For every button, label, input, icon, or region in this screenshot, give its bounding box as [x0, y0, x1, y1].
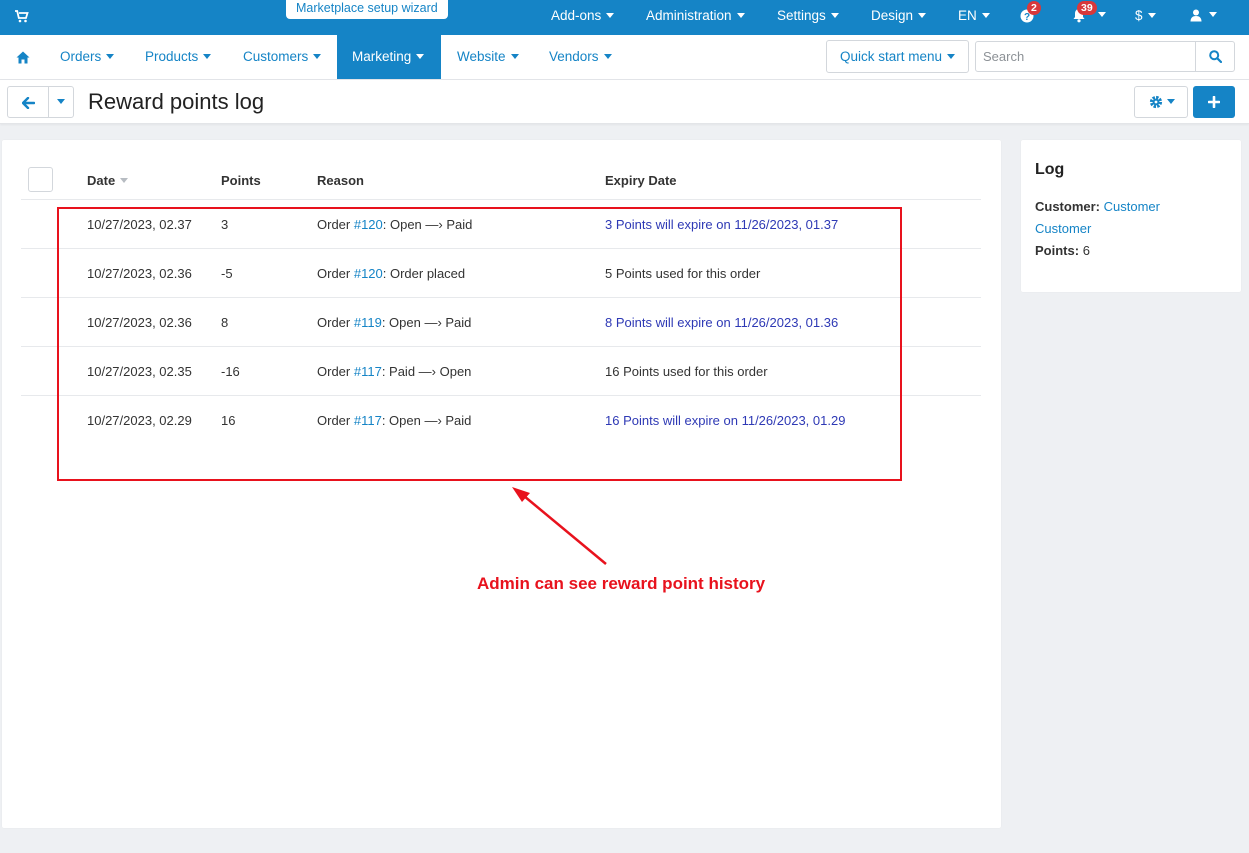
column-header-points: Points: [221, 173, 261, 188]
nav-item-website-label: Website: [457, 49, 506, 64]
back-button[interactable]: [7, 86, 49, 118]
search-input[interactable]: [975, 41, 1196, 72]
sidebar-points-value: 6: [1082, 243, 1090, 258]
chevron-down-icon: [1167, 99, 1175, 104]
sidebar-title: Log: [1035, 161, 1065, 178]
currency-menu[interactable]: $: [1135, 0, 1156, 35]
nav-item-vendors-label: Vendors: [549, 49, 599, 64]
top-bar: Marketplace setup wizard Add-ons Adminis…: [0, 0, 1249, 35]
annotation-arrow-icon: [512, 487, 607, 565]
chevron-down-icon: [203, 53, 212, 59]
column-header-date[interactable]: Date: [87, 173, 129, 188]
help-badge: 2: [1027, 1, 1041, 15]
plus-icon: [1208, 96, 1220, 108]
cart-icon[interactable]: [14, 8, 30, 24]
help-menu[interactable]: ? 2: [1020, 0, 1044, 35]
annotation-highlight-box: [57, 207, 902, 481]
marketplace-setup-wizard-button[interactable]: Marketplace setup wizard: [286, 0, 448, 19]
customer-link[interactable]: Customer: [1035, 221, 1091, 236]
select-all-checkbox[interactable]: [28, 167, 53, 192]
language-menu[interactable]: EN: [958, 0, 990, 35]
gear-icon: [1149, 95, 1163, 109]
nav-item-customers-label: Customers: [243, 49, 309, 64]
notifications-menu[interactable]: 39: [1072, 0, 1106, 35]
notifications-badge: 39: [1077, 1, 1097, 15]
nav-item-website[interactable]: Website: [457, 35, 519, 79]
chevron-down-icon: [830, 12, 839, 18]
nav-item-marketing-label: Marketing: [352, 49, 412, 64]
addons-menu-label: Add-ons: [551, 8, 602, 23]
chevron-down-icon: [981, 12, 990, 18]
column-header-expiry-date: Expiry Date: [605, 173, 677, 188]
nav-item-marketing[interactable]: Marketing: [337, 35, 441, 79]
administration-menu[interactable]: Administration: [646, 0, 745, 35]
sidebar-customer-line-2: Customer: [1035, 218, 1091, 240]
nav-item-orders-label: Orders: [60, 49, 102, 64]
log-sidebar: Log Customer: Customer Customer Points: …: [1021, 140, 1241, 292]
nav-item-products-label: Products: [145, 49, 199, 64]
currency-label: $: [1135, 8, 1143, 23]
design-menu[interactable]: Design: [871, 0, 927, 35]
chevron-down-icon: [313, 53, 322, 59]
customer-link[interactable]: Customer: [1104, 199, 1160, 214]
chevron-down-icon: [416, 53, 425, 59]
arrow-left-icon: [22, 97, 35, 109]
page-header: Reward points log: [0, 80, 1249, 124]
chevron-down-icon: [1147, 12, 1156, 18]
settings-gear-button[interactable]: [1134, 86, 1188, 118]
column-header-reason: Reason: [317, 173, 364, 188]
sort-down-icon: [120, 178, 129, 184]
add-button[interactable]: [1193, 86, 1235, 118]
nav-item-orders[interactable]: Orders: [60, 35, 115, 79]
sidebar-points-line: Points: 6: [1035, 240, 1090, 262]
chevron-down-icon: [1098, 12, 1106, 17]
sidebar-customer-label: Customer:: [1035, 199, 1101, 214]
chevron-down-icon: [736, 12, 745, 18]
quick-start-menu-button[interactable]: Quick start menu: [826, 40, 969, 73]
language-label: EN: [958, 8, 977, 23]
chevron-down-icon: [57, 99, 65, 105]
user-icon: [1190, 9, 1202, 22]
chevron-down-icon: [1209, 12, 1217, 17]
chevron-down-icon: [510, 53, 519, 59]
settings-menu-label: Settings: [777, 8, 826, 23]
nav-item-products[interactable]: Products: [145, 35, 212, 79]
page-title: Reward points log: [88, 89, 265, 114]
user-menu[interactable]: [1190, 0, 1220, 35]
sidebar-points-label: Points:: [1035, 243, 1080, 258]
back-dropdown-button[interactable]: [48, 86, 74, 118]
annotation-text: Admin can see reward point history: [477, 574, 766, 593]
settings-menu[interactable]: Settings: [777, 0, 839, 35]
search-icon: [1209, 50, 1222, 63]
main-navigation: Orders Products Customers Marketing Webs…: [0, 35, 1249, 80]
sidebar-customer-line: Customer: Customer: [1035, 196, 1160, 218]
chevron-down-icon: [603, 53, 612, 59]
home-button[interactable]: [0, 35, 44, 79]
quick-start-menu-label: Quick start menu: [839, 49, 943, 64]
nav-item-customers[interactable]: Customers: [243, 35, 322, 79]
chevron-down-icon: [106, 53, 115, 59]
addons-menu[interactable]: Add-ons: [551, 0, 615, 35]
chevron-down-icon: [947, 53, 956, 59]
design-menu-label: Design: [871, 8, 914, 23]
nav-item-vendors[interactable]: Vendors: [549, 35, 612, 79]
administration-menu-label: Administration: [646, 8, 732, 23]
home-icon: [16, 51, 30, 64]
search-button[interactable]: [1195, 41, 1235, 72]
chevron-down-icon: [918, 12, 927, 18]
chevron-down-icon: [606, 12, 615, 18]
column-header-date-label: Date: [87, 173, 116, 188]
